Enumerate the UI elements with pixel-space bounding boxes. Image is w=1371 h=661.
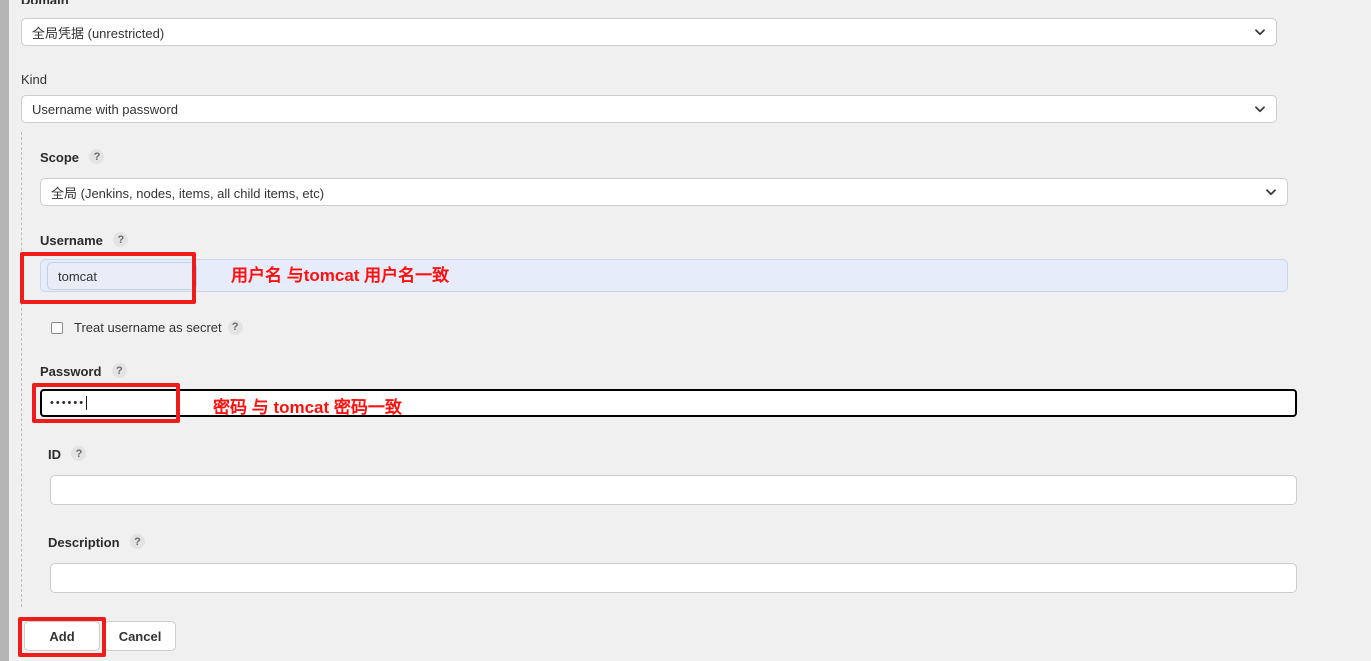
add-button[interactable]: Add: [24, 621, 100, 651]
help-icon[interactable]: ?: [129, 534, 145, 550]
username-input[interactable]: tomcat: [47, 262, 197, 290]
scrollbar-track[interactable]: [0, 0, 9, 661]
domain-label: Domain: [21, 0, 221, 4]
password-label: Password ?: [40, 363, 127, 381]
description-label: Description ?: [48, 534, 145, 552]
help-icon[interactable]: ?: [89, 149, 105, 165]
chevron-down-icon: [1255, 106, 1265, 113]
domain-select-value: 全局凭据 (unrestricted): [32, 25, 165, 41]
chevron-down-icon: [1255, 29, 1265, 36]
scope-select-value: 全局 (Jenkins, nodes, items, all child ite…: [51, 185, 325, 201]
scope-select[interactable]: 全局 (Jenkins, nodes, items, all child ite…: [40, 178, 1288, 206]
kind-label: Kind: [21, 72, 48, 87]
domain-select[interactable]: 全局凭据 (unrestricted): [21, 18, 1277, 46]
treat-username-as-secret-checkbox[interactable]: [51, 322, 63, 334]
username-input-value: tomcat: [58, 268, 98, 284]
password-input-value: ••••••: [50, 396, 86, 409]
help-icon[interactable]: ?: [113, 232, 129, 248]
treat-username-as-secret-row[interactable]: Treat username as secret ?: [51, 319, 243, 336]
help-icon[interactable]: ?: [71, 446, 87, 462]
help-icon[interactable]: ?: [111, 363, 127, 379]
chevron-down-icon: [1266, 189, 1276, 196]
username-label: Username ?: [40, 232, 129, 250]
cancel-button[interactable]: Cancel: [104, 621, 176, 651]
page-surface: Domain 全局凭据 (unrestricted) Kind Username…: [9, 0, 1371, 661]
annotation-text-username: 用户名 与tomcat 用户名一致: [231, 266, 450, 285]
kind-select-value: Username with password: [32, 101, 178, 117]
username-row-highlight: [40, 259, 1288, 292]
id-input[interactable]: [50, 475, 1297, 505]
fieldset-dashed-rule: [21, 132, 22, 607]
text-caret: [86, 396, 88, 410]
scope-label: Scope ?: [40, 149, 105, 167]
credential-form-page: Domain 全局凭据 (unrestricted) Kind Username…: [0, 0, 1371, 661]
description-input[interactable]: [50, 563, 1297, 593]
left-scroll-gutter[interactable]: [0, 0, 9, 661]
annotation-text-password: 密码 与 tomcat 密码一致: [213, 398, 402, 417]
kind-select[interactable]: Username with password: [21, 95, 1277, 123]
id-label: ID ?: [48, 446, 87, 464]
treat-username-as-secret-label: Treat username as secret: [74, 320, 222, 335]
help-icon[interactable]: ?: [227, 319, 243, 335]
